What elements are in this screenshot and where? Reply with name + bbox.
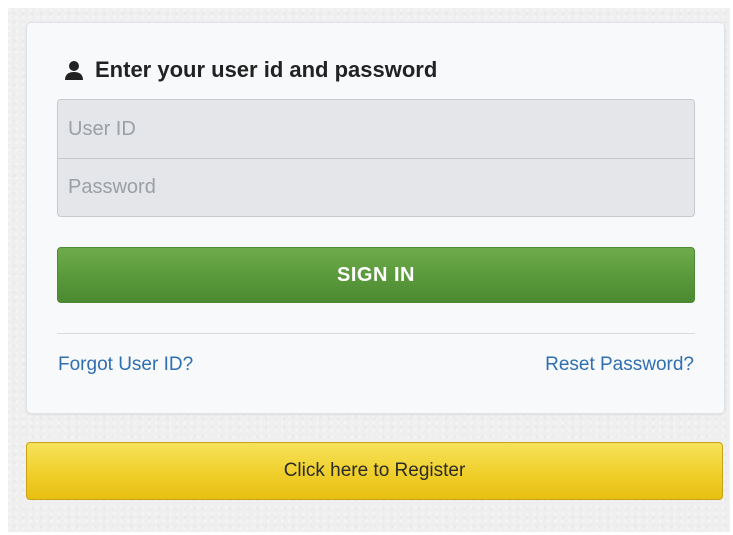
credentials-fields: [57, 99, 695, 217]
login-title: Enter your user id and password: [63, 57, 437, 83]
register-button[interactable]: Click here to Register: [26, 442, 723, 500]
user-icon: [63, 59, 85, 81]
forgot-user-id-link[interactable]: Forgot User ID?: [58, 354, 193, 376]
login-title-text: Enter your user id and password: [95, 57, 438, 82]
login-card: Enter your user id and password SIGN IN …: [26, 22, 725, 414]
user-id-input[interactable]: [58, 100, 694, 158]
sign-in-button[interactable]: SIGN IN: [57, 247, 695, 303]
password-input[interactable]: [58, 158, 694, 216]
divider: [57, 333, 695, 334]
reset-password-link[interactable]: Reset Password?: [545, 354, 694, 376]
